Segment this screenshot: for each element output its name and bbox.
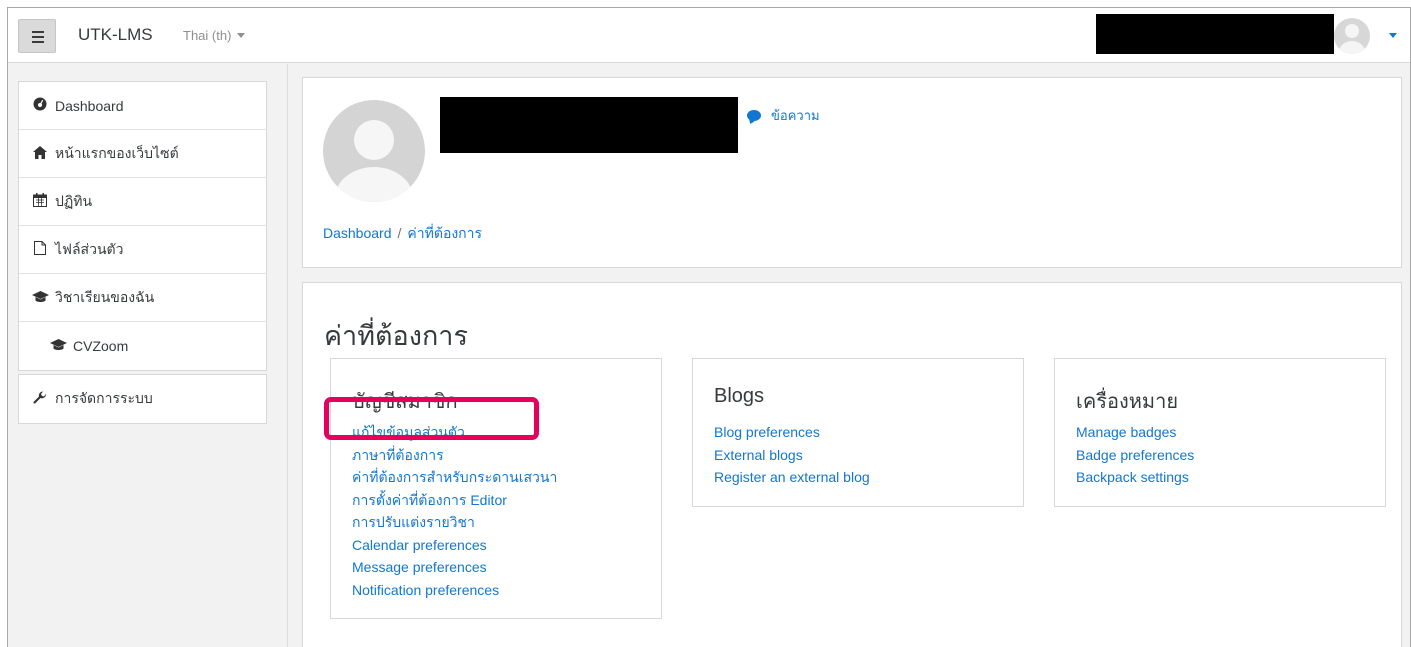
link-external-blogs[interactable]: External blogs <box>714 444 870 467</box>
wrench-icon <box>31 390 49 408</box>
graduation-cap-icon <box>31 290 49 306</box>
link-message-preferences[interactable]: Message preferences <box>352 556 557 579</box>
menu-toggle-button[interactable] <box>18 19 56 53</box>
message-bubble-icon <box>747 110 761 121</box>
site-brand[interactable]: UTK-LMS <box>78 25 153 45</box>
page-header: ข้อความ Dashboard / ค่าที่ต้องการ <box>302 77 1402 268</box>
sidebar-item-private-files[interactable]: ไฟล์ส่วนตัว <box>19 226 266 274</box>
link-course-preferences[interactable]: การปรับแต่งรายวิชา <box>352 511 557 534</box>
calendar-icon <box>31 193 49 210</box>
breadcrumb: Dashboard / ค่าที่ต้องการ <box>323 225 483 241</box>
section-title: Blogs <box>714 385 765 407</box>
link-forum-preferences[interactable]: ค่าที่ต้องการสำหรับกระดานเสวนา <box>352 466 557 489</box>
sidebar-item-label: การจัดการระบบ <box>55 390 153 406</box>
section-title: เครื่องหมาย <box>1076 391 1179 413</box>
section-blogs: Blogs Blog preferences External blogs Re… <box>692 358 1024 507</box>
sidebar-item-dashboard[interactable]: Dashboard <box>19 82 266 130</box>
sidebar-item-label: หน้าแรกของเว็บไซต์ <box>55 144 179 161</box>
sidebar-item-calendar[interactable]: ปฏิทิน <box>19 178 266 226</box>
preferences-card: ค่าที่ต้องการ บัญชีสมาชิก แก้ไขข้อมูลส่ว… <box>302 282 1402 647</box>
sidebar-item-label: ไฟล์ส่วนตัว <box>55 240 124 257</box>
highlight-annotation <box>324 397 539 440</box>
file-icon <box>31 241 49 258</box>
graduation-cap-icon <box>49 338 67 354</box>
sidebar-item-label: Dashboard <box>55 97 124 114</box>
section-links: Manage badges Badge preferences Backpack… <box>1076 421 1194 489</box>
user-avatar[interactable] <box>1334 18 1370 54</box>
nav-group-main: Dashboard หน้าแรกของเว็บไซต์ ปฏิทิน ไฟล์… <box>18 81 267 371</box>
section-badges: เครื่องหมาย Manage badges Badge preferen… <box>1054 358 1386 507</box>
message-link[interactable]: ข้อความ <box>747 105 820 126</box>
app-window: UTK-LMS Thai (th) Dashboard หน้าแรกของเว <box>7 7 1411 647</box>
breadcrumb-preferences[interactable]: ค่าที่ต้องการ <box>407 225 482 241</box>
language-menu[interactable]: Thai (th) <box>183 28 246 43</box>
message-link-label: ข้อความ <box>771 108 820 123</box>
section-links: Blog preferences External blogs Register… <box>714 421 870 489</box>
link-calendar-preferences[interactable]: Calendar preferences <box>352 534 557 557</box>
link-editor-preferences[interactable]: การตั้งค่าที่ต้องการ Editor <box>352 489 557 512</box>
sidebar-item-cvzoom[interactable]: CVZoom <box>19 322 266 370</box>
sidebar-item-my-courses[interactable]: วิชาเรียนของฉัน <box>19 274 266 322</box>
top-navbar: UTK-LMS Thai (th) <box>8 8 1410 63</box>
user-menu-chevron-icon[interactable] <box>1389 33 1397 38</box>
sidebar-item-label: CVZoom <box>73 338 129 354</box>
nav-drawer: Dashboard หน้าแรกของเว็บไซต์ ปฏิทิน ไฟล์… <box>8 64 288 647</box>
hamburger-icon <box>32 31 44 33</box>
redacted-user-fullname <box>440 97 738 153</box>
dashboard-icon <box>31 97 49 114</box>
redacted-username <box>1096 14 1334 54</box>
link-badge-preferences[interactable]: Badge preferences <box>1076 444 1194 467</box>
section-links: แก้ไขข้อมูลส่วนตัว ภาษาที่ต้องการ ค่าที่… <box>352 421 557 601</box>
link-notification-preferences[interactable]: Notification preferences <box>352 579 557 602</box>
sidebar-item-site-admin[interactable]: การจัดการระบบ <box>19 375 266 423</box>
link-register-external-blog[interactable]: Register an external blog <box>714 466 870 489</box>
link-manage-badges[interactable]: Manage badges <box>1076 421 1194 444</box>
language-label: Thai (th) <box>183 28 232 43</box>
link-backpack-settings[interactable]: Backpack settings <box>1076 466 1194 489</box>
breadcrumb-dashboard[interactable]: Dashboard <box>323 225 392 241</box>
page-title: ค่าที่ต้องการ <box>324 321 468 351</box>
sidebar-item-home[interactable]: หน้าแรกของเว็บไซต์ <box>19 130 266 178</box>
link-blog-preferences[interactable]: Blog preferences <box>714 421 870 444</box>
profile-avatar[interactable] <box>323 100 425 202</box>
sidebar-item-label: วิชาเรียนของฉัน <box>55 288 155 305</box>
link-preferred-language[interactable]: ภาษาที่ต้องการ <box>352 444 557 467</box>
home-icon <box>31 145 49 162</box>
chevron-down-icon <box>237 33 246 38</box>
nav-group-admin: การจัดการระบบ <box>18 374 267 424</box>
sidebar-item-label: ปฏิทิน <box>55 192 93 209</box>
